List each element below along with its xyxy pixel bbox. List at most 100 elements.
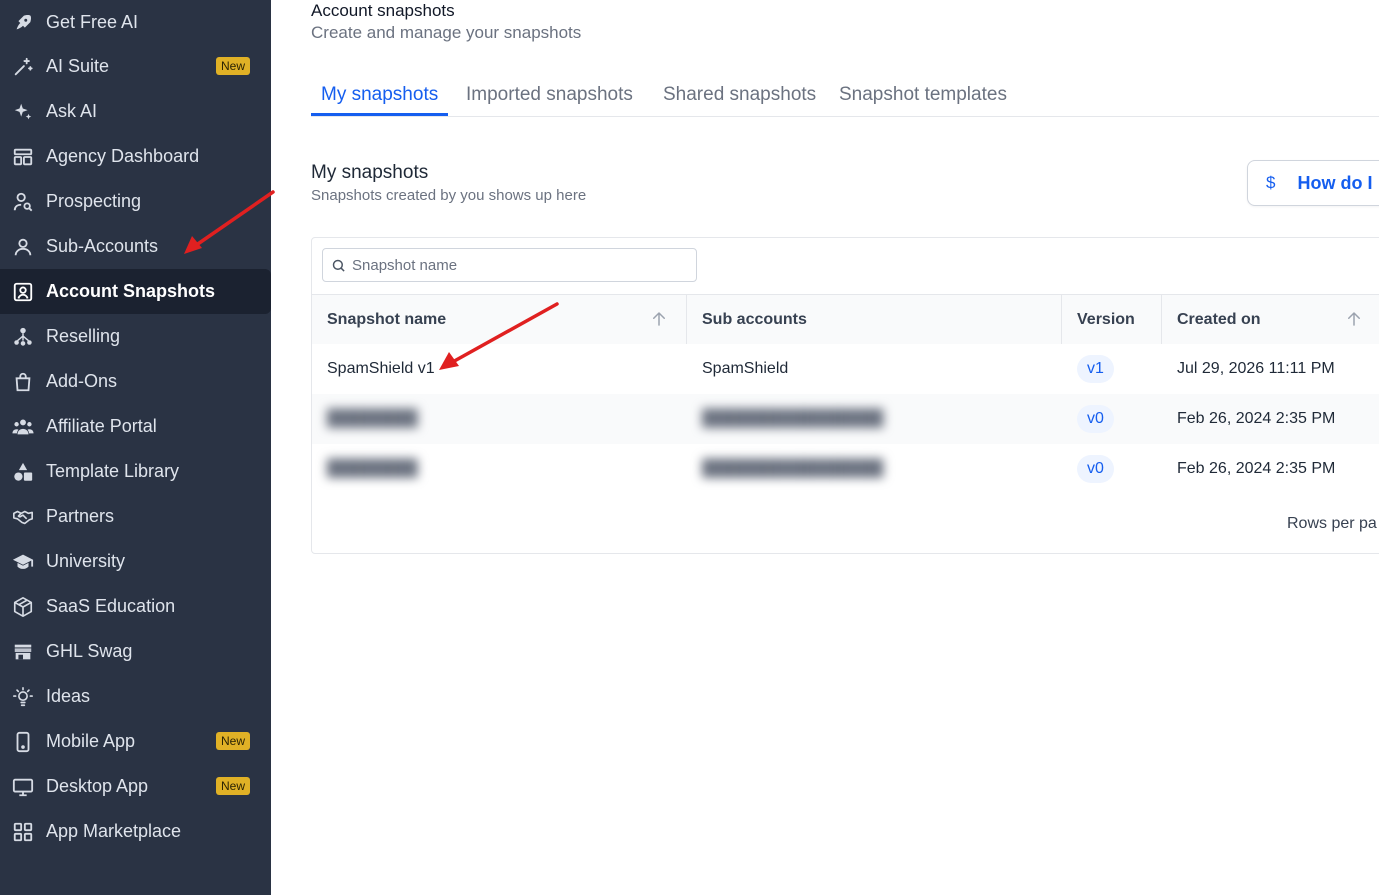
- lightbulb-icon: [11, 685, 35, 709]
- tab-imported-snapshots[interactable]: Imported snapshots: [456, 78, 643, 114]
- network-icon: [11, 325, 35, 349]
- sidebar-item-app-marketplace[interactable]: App Marketplace: [0, 809, 271, 854]
- table-header: Snapshot name Sub accounts Version Creat…: [312, 294, 1379, 344]
- page-subtitle: Create and manage your snapshots: [311, 23, 582, 42]
- sidebar-item-get-free-ai[interactable]: Get Free AI: [0, 0, 271, 45]
- column-header-label: Snapshot name: [327, 310, 447, 328]
- redacted-text: ████████████████: [702, 460, 884, 477]
- sub-accounts-cell: ████████████████: [687, 444, 883, 494]
- sidebar: Get Free AI AI Suite New Ask AI Agency D…: [0, 0, 271, 895]
- column-header-created-on[interactable]: Created on: [1162, 295, 1379, 344]
- sidebar-item-label: Sub-Accounts: [46, 236, 159, 256]
- snapshot-name-cell[interactable]: SpamShield v1: [312, 344, 435, 394]
- users-icon: [11, 415, 35, 439]
- rocket-icon: [11, 11, 35, 35]
- sidebar-item-label: Mobile App: [46, 731, 136, 751]
- sidebar-item-label: Ask AI: [46, 101, 98, 121]
- sidebar-item-mobile-app[interactable]: Mobile App New: [0, 719, 271, 764]
- created-on-cell: Jul 29, 2026 11:11 PM: [1177, 360, 1335, 377]
- version-badge: v0: [1077, 405, 1114, 433]
- version-cell: v0: [1062, 444, 1114, 494]
- sort-ascending-icon[interactable]: [650, 310, 668, 328]
- handshake-icon: [11, 505, 35, 529]
- redacted-text: ████████: [327, 460, 418, 477]
- version-cell: v0: [1062, 394, 1114, 444]
- sidebar-item-sub-accounts[interactable]: Sub-Accounts: [0, 224, 271, 269]
- sparkles-icon: [11, 100, 35, 124]
- sidebar-item-prospecting[interactable]: Prospecting: [0, 179, 271, 224]
- new-badge: New: [215, 57, 250, 75]
- search-icon: [332, 259, 345, 272]
- monitor-icon: [11, 775, 35, 799]
- version-badge: v0: [1077, 455, 1114, 483]
- tab-my-snapshots[interactable]: My snapshots: [311, 78, 449, 116]
- shapes-icon: [11, 460, 35, 484]
- mobile-icon: [11, 730, 35, 754]
- new-badge: New: [215, 777, 250, 795]
- redacted-text: ████████████████: [702, 410, 884, 427]
- sidebar-item-label: Prospecting: [46, 191, 142, 211]
- table-row[interactable]: ████████ ████████████████ v0 Feb 26, 202…: [312, 444, 1379, 494]
- sidebar-item-label: AI Suite: [46, 56, 110, 76]
- tab-bar: My snapshots Imported snapshots Shared s…: [311, 78, 1379, 117]
- sidebar-item-label: Reselling: [46, 326, 121, 346]
- version-badge: v1: [1077, 355, 1114, 383]
- sub-accounts-cell: SpamShield: [702, 360, 789, 377]
- sidebar-item-label: Ideas: [46, 686, 91, 706]
- sidebar-item-add-ons[interactable]: Add-Ons: [0, 359, 271, 404]
- grid-icon: [11, 820, 35, 844]
- sidebar-item-partners[interactable]: Partners: [0, 494, 271, 539]
- dashboard-icon: [11, 145, 35, 169]
- section-title: My snapshots: [311, 162, 429, 183]
- section-subtitle: Snapshots created by you shows up here: [311, 187, 587, 204]
- sidebar-item-template-library[interactable]: Template Library: [0, 449, 271, 494]
- sidebar-item-account-snapshots[interactable]: Account Snapshots: [0, 269, 271, 314]
- new-badge: New: [215, 732, 250, 750]
- tab-snapshot-templates[interactable]: Snapshot templates: [829, 78, 1017, 114]
- created-on-cell: Feb 26, 2024 2:35 PM: [1177, 460, 1336, 477]
- sidebar-item-label: Desktop App: [46, 776, 149, 796]
- sidebar-item-ideas[interactable]: Ideas: [0, 674, 271, 719]
- sidebar-item-ask-ai[interactable]: Ask AI: [0, 89, 271, 134]
- sidebar-item-saas-education[interactable]: SaaS Education: [0, 584, 271, 629]
- table-row[interactable]: ████████ ████████████████ v0 Feb 26, 202…: [312, 394, 1379, 444]
- sidebar-item-label: SaaS Education: [46, 596, 176, 616]
- sidebar-item-desktop-app[interactable]: Desktop App New: [0, 764, 271, 809]
- box-icon: [11, 595, 35, 619]
- rows-per-page-label: Rows per pa: [1287, 515, 1377, 532]
- snapshot-name-cell[interactable]: ████████: [312, 394, 418, 444]
- snapshots-card: Snapshot name Sub accounts Version Creat…: [311, 237, 1379, 554]
- table-row[interactable]: SpamShield v1 SpamShield v1 Jul 29, 2026…: [312, 344, 1379, 394]
- sparkle-wand-icon: [11, 55, 35, 79]
- sidebar-item-label: Agency Dashboard: [46, 146, 200, 166]
- sidebar-item-ai-suite[interactable]: AI Suite New: [0, 44, 271, 89]
- page-title: Account snapshots: [311, 1, 455, 20]
- how-do-i-button[interactable]: $ How do I: [1247, 160, 1379, 206]
- sidebar-item-affiliate-portal[interactable]: Affiliate Portal: [0, 404, 271, 449]
- sort-ascending-icon[interactable]: [1345, 310, 1363, 328]
- dollar-icon: $: [1266, 173, 1276, 192]
- sidebar-item-university[interactable]: University: [0, 539, 271, 584]
- column-header-snapshot-name[interactable]: Snapshot name: [312, 295, 687, 344]
- tab-shared-snapshots[interactable]: Shared snapshots: [653, 78, 826, 114]
- redacted-text: ████████: [327, 410, 418, 427]
- shopping-bag-icon: [11, 370, 35, 394]
- sidebar-item-agency-dashboard[interactable]: Agency Dashboard: [0, 134, 271, 179]
- sidebar-item-ghl-swag[interactable]: GHL Swag: [0, 629, 271, 674]
- sidebar-item-label: Account Snapshots: [46, 281, 216, 301]
- sidebar-item-label: Add-Ons: [46, 371, 118, 391]
- snapshot-search-input[interactable]: [350, 255, 684, 275]
- version-cell: v1: [1062, 344, 1114, 394]
- snapshot-name-cell[interactable]: ████████: [312, 444, 418, 494]
- user-square-icon: [11, 280, 35, 304]
- graduation-cap-icon: [11, 550, 35, 574]
- column-header-version: Version: [1062, 295, 1162, 344]
- sidebar-item-label: Affiliate Portal: [46, 416, 157, 436]
- sub-accounts-cell: ████████████████: [687, 394, 883, 444]
- search-box: [322, 248, 697, 282]
- column-header-label: Created on: [1177, 310, 1261, 328]
- sidebar-item-reselling[interactable]: Reselling: [0, 314, 271, 359]
- column-header-label: Sub accounts: [702, 310, 807, 328]
- user-search-icon: [11, 190, 35, 214]
- sidebar-item-label: Template Library: [46, 461, 180, 481]
